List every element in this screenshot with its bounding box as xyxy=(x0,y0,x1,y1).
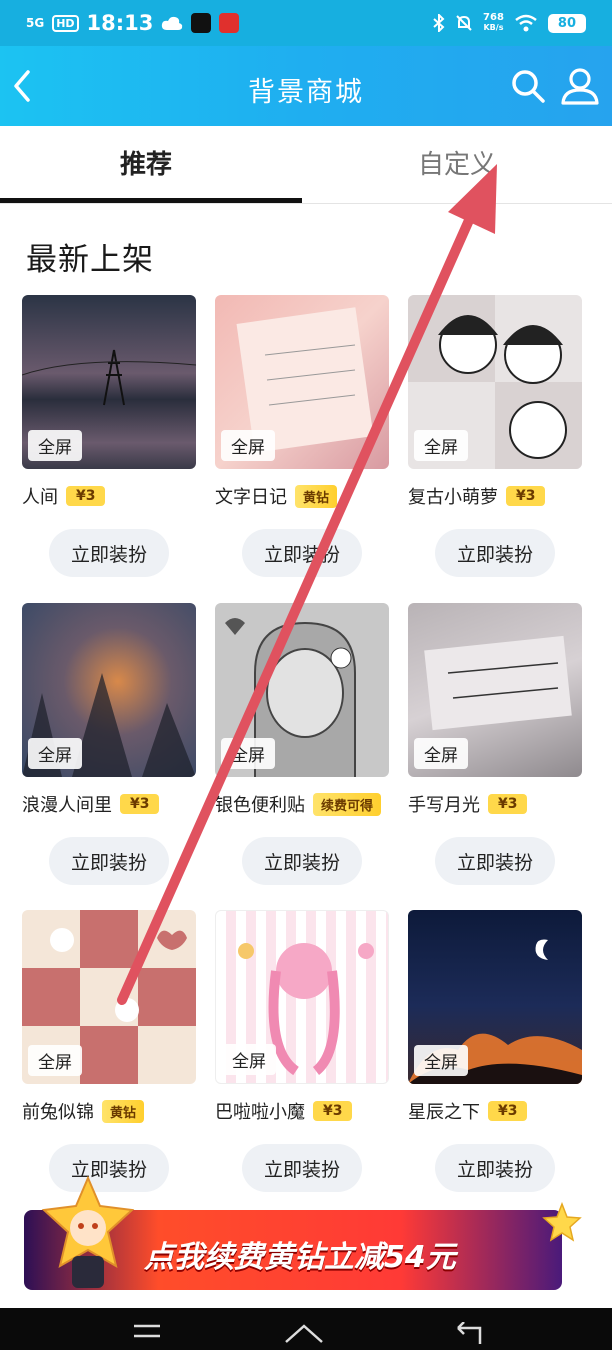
theme-card[interactable]: 全屏 星辰之下 ¥3 立即装扮 xyxy=(408,910,582,1192)
theme-name: 人间 xyxy=(22,487,58,508)
network-speed: 768 KB/s xyxy=(483,12,504,33)
theme-name: 复古小萌萝 xyxy=(408,487,498,508)
menu-icon[interactable] xyxy=(132,1322,162,1342)
theme-thumbnail[interactable]: 全屏 xyxy=(408,603,582,777)
theme-name: 星辰之下 xyxy=(408,1102,480,1123)
theme-thumbnail[interactable]: 全屏 xyxy=(215,603,389,777)
apply-button[interactable]: 立即装扮 xyxy=(242,837,362,885)
theme-thumbnail[interactable]: 全屏 xyxy=(22,603,196,777)
theme-card[interactable]: 全屏 银色便利贴 续费可得 立即装扮 xyxy=(215,603,389,885)
price-badge: ¥3 xyxy=(66,486,106,506)
theme-thumbnail[interactable]: 全屏 xyxy=(215,910,389,1084)
yellow-diamond-badge: 黄钻 xyxy=(295,484,338,508)
search-icon[interactable] xyxy=(510,68,546,104)
fullscreen-badge: 全屏 xyxy=(28,1045,82,1076)
theme-name: 手写月光 xyxy=(408,795,480,816)
fullscreen-badge: 全屏 xyxy=(28,430,82,461)
apply-button[interactable]: 立即装扮 xyxy=(435,529,555,577)
fullscreen-badge: 全屏 xyxy=(221,738,275,769)
theme-thumbnail[interactable]: 全屏 xyxy=(408,910,582,1084)
theme-name: 巴啦啦小魔 xyxy=(215,1102,305,1123)
theme-card[interactable]: 全屏 人间 ¥3 立即装扮 xyxy=(22,295,196,577)
price-badge: ¥3 xyxy=(313,1101,353,1121)
theme-card[interactable]: 全屏 文字日记 黄钻 立即装扮 xyxy=(215,295,389,577)
system-nav-bar xyxy=(0,1308,612,1350)
section-title: 最新上架 xyxy=(26,242,154,278)
hd-badge: HD xyxy=(52,14,79,32)
mascot-character-icon xyxy=(41,1176,135,1288)
fullscreen-badge: 全屏 xyxy=(414,430,468,461)
tiktok-icon xyxy=(191,13,212,33)
app-notification-icon xyxy=(219,13,240,33)
fullscreen-badge: 全屏 xyxy=(222,1044,276,1075)
mute-bell-icon xyxy=(456,15,472,31)
price-badge: ¥3 xyxy=(488,1101,528,1121)
price-badge: ¥3 xyxy=(506,486,546,506)
status-time: 18:13 xyxy=(86,11,154,35)
apply-button[interactable]: 立即装扮 xyxy=(435,837,555,885)
fullscreen-badge: 全屏 xyxy=(28,738,82,769)
wifi-icon xyxy=(515,14,537,32)
price-badge: ¥3 xyxy=(120,794,160,814)
yellow-diamond-badge: 黄钻 xyxy=(102,1099,145,1123)
tab-recommended[interactable]: 推荐 xyxy=(120,144,172,181)
theme-card[interactable]: 全屏 手写月光 ¥3 立即装扮 xyxy=(408,603,582,885)
theme-name: 银色便利贴 xyxy=(215,795,305,816)
theme-card[interactable]: 全屏 复古小萌萝 ¥3 立即装扮 xyxy=(408,295,582,577)
theme-name: 浪漫人间里 xyxy=(22,795,112,816)
theme-thumbnail[interactable]: 全屏 xyxy=(408,295,582,469)
fullscreen-badge: 全屏 xyxy=(414,1045,468,1076)
app-bar: 背景商城 xyxy=(0,46,612,126)
apply-button[interactable]: 立即装扮 xyxy=(49,837,169,885)
cloud-icon xyxy=(162,16,183,30)
theme-name: 文字日记 xyxy=(215,487,287,508)
apply-button[interactable]: 立即装扮 xyxy=(49,529,169,577)
tab-custom[interactable]: 自定义 xyxy=(418,144,496,181)
battery-indicator: 80 xyxy=(547,13,586,33)
banner-text: 点我续费黄钻立减54元 xyxy=(144,1240,456,1275)
tab-indicator xyxy=(0,198,302,203)
fullscreen-badge: 全屏 xyxy=(221,430,275,461)
theme-thumbnail[interactable]: 全屏 xyxy=(215,295,389,469)
theme-card[interactable]: 全屏 浪漫人间里 ¥3 立即装扮 xyxy=(22,603,196,885)
price-badge: ¥3 xyxy=(488,794,528,814)
theme-name: 前兔似锦 xyxy=(22,1102,94,1123)
bluetooth-icon xyxy=(433,14,445,32)
renewal-badge: 续费可得 xyxy=(313,792,382,816)
fullscreen-badge: 全屏 xyxy=(414,738,468,769)
theme-thumbnail[interactable]: 全屏 xyxy=(22,910,196,1084)
theme-card[interactable]: 全屏 前兔似锦 黄钻 立即装扮 xyxy=(22,910,196,1192)
theme-card[interactable]: 全屏 巴啦啦小魔 ¥3 立即装扮 xyxy=(215,910,389,1192)
home-icon[interactable] xyxy=(284,1322,324,1346)
back-nav-icon[interactable] xyxy=(450,1322,484,1346)
vip-promo-banner[interactable]: 点我续费黄钻立减54元 xyxy=(24,1176,588,1292)
theme-thumbnail[interactable]: 全屏 xyxy=(22,295,196,469)
network-indicator: 5G xyxy=(26,16,45,30)
apply-button[interactable]: 立即装扮 xyxy=(242,529,362,577)
status-bar: 5G HD 18:13 768 KB/s 80 xyxy=(0,0,612,46)
star-icon xyxy=(542,1202,582,1242)
user-profile-icon[interactable] xyxy=(560,66,600,106)
tab-bar: 推荐 自定义 xyxy=(0,126,612,204)
